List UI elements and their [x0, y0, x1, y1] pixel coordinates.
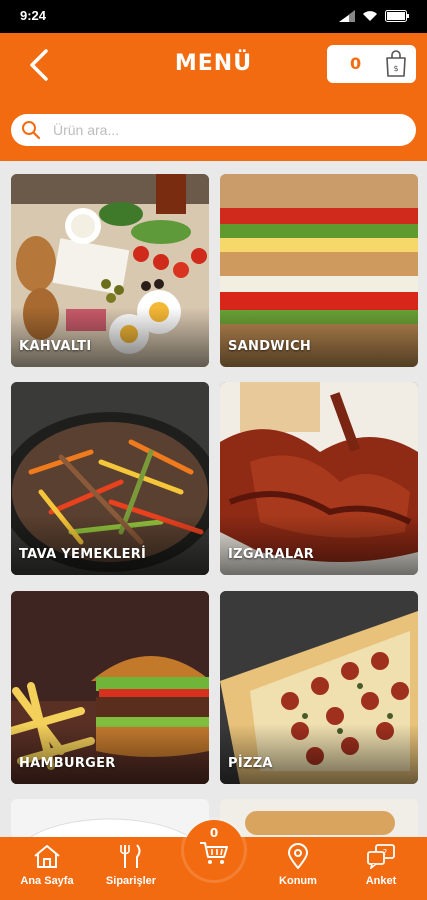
nav-label: Ana Sayfa — [20, 875, 74, 887]
category-label: SANDWICH — [228, 339, 312, 354]
category-label: IZGARALAR — [228, 547, 315, 562]
category-card-partial-right[interactable] — [220, 799, 418, 839]
category-card-partial-left[interactable] — [11, 799, 209, 839]
search-icon — [22, 121, 41, 140]
signal-icon — [339, 10, 355, 22]
category-card-pizza[interactable]: PİZZA — [220, 591, 418, 784]
cart-badge-count: 0 — [209, 826, 219, 840]
status-time: 9:24 — [20, 8, 47, 23]
home-icon — [34, 845, 60, 868]
cart-count: 0 — [350, 54, 362, 73]
category-card-sandwich[interactable]: SANDWICH — [220, 174, 418, 367]
center-cart-button[interactable]: 0 — [184, 820, 244, 880]
status-bar: 9:24 — [0, 0, 427, 33]
status-icons — [339, 10, 409, 22]
nav-label: Siparişler — [105, 875, 157, 887]
fork-knife-icon — [120, 844, 141, 868]
card-shade — [220, 307, 418, 367]
wifi-icon — [363, 11, 377, 21]
nav-label: Konum — [279, 875, 317, 887]
battery-icon — [385, 10, 409, 22]
nav-orders[interactable]: Siparişler — [91, 843, 171, 887]
nav-label: Anket — [365, 875, 397, 887]
plate-photo — [26, 818, 194, 839]
card-shade — [220, 724, 418, 784]
nav-location[interactable]: Konum — [258, 843, 338, 887]
category-label: PİZZA — [228, 756, 273, 771]
category-card-hamburger[interactable]: HAMBURGER — [11, 591, 209, 784]
search-input[interactable] — [53, 119, 393, 141]
shopping-bag-icon: $ — [386, 50, 406, 77]
category-card-tava-yemekleri[interactable]: TAVA YEMEKLERİ — [11, 382, 209, 575]
nav-home[interactable]: Ana Sayfa — [7, 843, 87, 887]
search-bar — [11, 114, 416, 146]
card-shade — [11, 307, 209, 367]
card-shade — [11, 515, 209, 575]
header: MENÜ 0 $ — [0, 33, 427, 161]
nav-survey[interactable]: ? Anket — [341, 843, 421, 887]
card-shade — [220, 515, 418, 575]
pastry-photo — [245, 811, 395, 835]
category-label: TAVA YEMEKLERİ — [19, 547, 147, 562]
category-card-kahvalti[interactable]: KAHVALTI — [11, 174, 209, 367]
svg-text:?: ? — [383, 848, 387, 857]
svg-text:$: $ — [393, 64, 398, 73]
card-shade — [11, 724, 209, 784]
shopping-cart-icon — [200, 842, 228, 864]
location-pin-icon — [287, 843, 309, 870]
category-card-izgaralar[interactable]: IZGARALAR — [220, 382, 418, 575]
survey-chat-icon: ? — [367, 844, 395, 871]
category-label: HAMBURGER — [19, 756, 116, 771]
header-cart-button[interactable]: 0 $ — [327, 45, 416, 83]
category-label: KAHVALTI — [19, 339, 92, 354]
